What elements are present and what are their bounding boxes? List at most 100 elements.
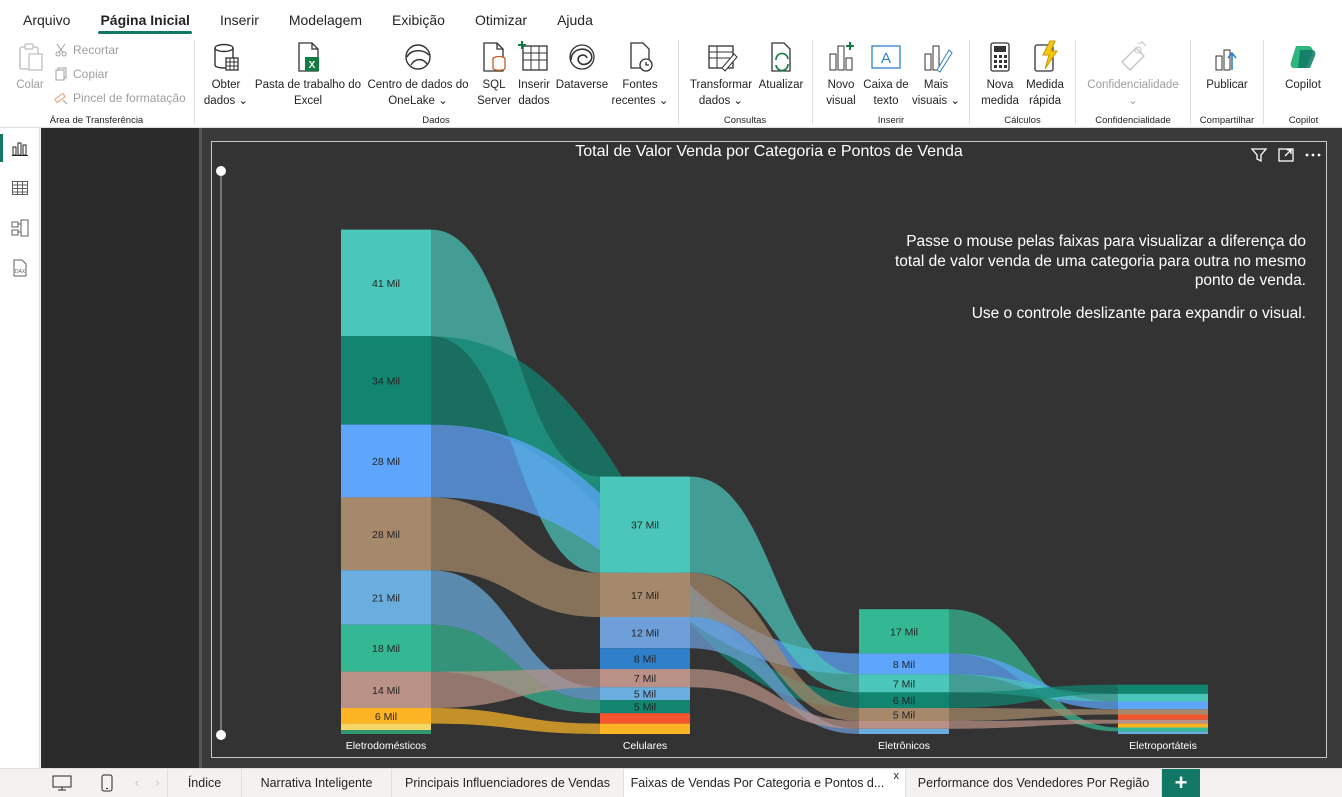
slider-handle-bottom[interactable]	[216, 730, 226, 740]
view-switcher: DAX	[0, 128, 40, 768]
bar-segment[interactable]	[1118, 714, 1208, 720]
scroll-right-button[interactable]: ›	[148, 769, 168, 797]
ribbon-band[interactable]	[949, 708, 1118, 721]
dax-query-view-button[interactable]: DAX	[0, 248, 40, 288]
tab-indice[interactable]: Índice	[168, 769, 242, 797]
cut-button[interactable]: Recortar	[54, 43, 119, 57]
excel-workbook-button[interactable]: X Pasta de trabalho do Excel	[252, 40, 364, 109]
cut-label: Recortar	[73, 43, 120, 57]
bar-segment[interactable]	[859, 728, 949, 734]
menu-ajuda[interactable]: Ajuda	[542, 12, 608, 36]
copilot-button[interactable]: Copilot	[1271, 40, 1335, 93]
chevron-right-icon: ›	[155, 776, 160, 790]
enter-data-label-2: dados	[518, 95, 550, 107]
dax-icon: DAX	[13, 259, 27, 277]
new-measure-label-1: Nova	[986, 79, 1014, 91]
data-label: 8 Mil	[893, 659, 915, 671]
bar-chart-icon	[829, 42, 854, 71]
format-painter-button[interactable]: Pincel de formatação	[54, 91, 186, 105]
column-stack: 37 Mil 17 Mil 12 Mil 8 Mil 7 Mil 5 Mil5 Mil	[600, 476, 690, 734]
data-label: 12 Mil	[631, 628, 659, 640]
desktop-layout-button[interactable]	[40, 769, 84, 797]
sensitivity-group: Confidencialidade ⌄ Confidencialidade	[1077, 36, 1189, 128]
get-data-label-1: Obter	[211, 79, 241, 91]
bar-segment[interactable]	[341, 723, 431, 731]
more-visuals-button[interactable]: Mais visuais ⌄	[912, 40, 960, 109]
scroll-left-button[interactable]: ‹	[128, 769, 146, 797]
data-label: 21 Mil	[372, 593, 400, 605]
mobile-layout-button[interactable]	[90, 769, 124, 797]
insert-group: Novo visual A Caixa de texto Mais visuai…	[814, 36, 968, 128]
transform-data-button[interactable]: Transformar dados ⌄	[686, 40, 756, 109]
excel-icon: X	[298, 42, 319, 72]
bar-segment[interactable]	[1118, 684, 1208, 694]
menu-arquivo[interactable]: Arquivo	[8, 12, 85, 36]
svg-text:X: X	[309, 60, 316, 71]
x-axis-label: Eletroportáteis	[1129, 740, 1197, 752]
report-view-button[interactable]	[0, 128, 40, 168]
calculations-group: Nova medida Medida rápida Cálculos	[971, 36, 1074, 128]
quick-measure-icon	[1034, 40, 1058, 72]
data-label: 41 Mil	[372, 278, 400, 290]
publish-button[interactable]: Publicar	[1198, 40, 1256, 93]
dataverse-button[interactable]: Dataverse	[554, 40, 610, 93]
table-view-button[interactable]	[0, 168, 40, 208]
sensitivity-group-label: Confidencialidade	[1095, 115, 1171, 126]
more-visuals-label-2: visuais ⌄	[912, 95, 960, 107]
recent-label-2: recentes ⌄	[611, 95, 669, 107]
bar-segment[interactable]	[600, 723, 690, 734]
paste-button[interactable]: Colar	[10, 40, 50, 93]
ribbon-chart-visual[interactable]: Total de Valor Venda por Categoria e Pon…	[211, 141, 1327, 758]
enter-data-button[interactable]: Inserir dados	[514, 40, 554, 109]
menu-modelagem[interactable]: Modelagem	[274, 12, 377, 36]
ribbon-band[interactable]	[431, 708, 600, 734]
data-label: 28 Mil	[372, 456, 400, 468]
bar-segment[interactable]	[1118, 693, 1208, 702]
bar-segment[interactable]	[859, 721, 949, 729]
get-data-button[interactable]: Obter dados ⌄	[202, 40, 250, 109]
ribbons	[431, 229, 1118, 734]
tab-faixas-de-vendas[interactable]: Faixas de Vendas Por Categoria e Pontos …	[624, 769, 906, 797]
close-tab-icon[interactable]: x	[894, 770, 900, 782]
refresh-button[interactable]: Atualizar	[756, 40, 806, 93]
menu-otimizar[interactable]: Otimizar	[460, 12, 542, 36]
model-view-icon	[11, 219, 29, 237]
add-page-button[interactable]: +	[1162, 769, 1200, 797]
bar-segment[interactable]	[1118, 731, 1208, 734]
bar-segment[interactable]	[1118, 727, 1208, 732]
x-axis-label: Eletrônicos	[878, 740, 930, 752]
new-visual-button[interactable]: Novo visual	[822, 40, 860, 109]
refresh-label: Atualizar	[758, 79, 804, 91]
report-view-icon	[12, 142, 28, 156]
tab-performance-vendedores[interactable]: Performance dos Vendedores Por Região	[906, 769, 1162, 797]
separator	[678, 40, 679, 124]
menu-exibicao[interactable]: Exibição	[377, 12, 460, 36]
bar-segment[interactable]	[1118, 719, 1208, 724]
sql-server-button[interactable]: SQL Server	[474, 40, 514, 109]
more-visuals-icon	[924, 45, 953, 73]
model-view-button[interactable]	[0, 208, 40, 248]
tab-narrativa-inteligente[interactable]: Narrativa Inteligente	[242, 769, 392, 797]
onelake-icon	[405, 44, 431, 70]
bar-segment[interactable]	[1118, 701, 1208, 710]
sensitivity-button[interactable]: Confidencialidade ⌄	[1083, 40, 1183, 109]
bar-segment[interactable]	[1118, 709, 1208, 715]
recent-sources-button[interactable]: Fontes recentes ⌄	[610, 40, 670, 109]
copy-button[interactable]: Copiar	[54, 67, 108, 81]
onelake-button[interactable]: Centro de dados do OneLake ⌄	[366, 40, 470, 109]
bar-segment[interactable]	[1118, 723, 1208, 728]
quick-measure-button[interactable]: Medida rápida	[1021, 40, 1069, 109]
bar-segment[interactable]	[600, 713, 690, 724]
copilot-group-label: Copilot	[1288, 115, 1319, 126]
menu-pagina-inicial[interactable]: Página Inicial	[85, 12, 204, 36]
bar-segment[interactable]	[341, 730, 431, 734]
separator	[812, 40, 813, 124]
tab-principais-influenciadores[interactable]: Principais Influenciadores de Vendas	[392, 769, 624, 797]
data-label: 18 Mil	[372, 643, 400, 655]
text-box-button[interactable]: A Caixa de texto	[860, 40, 912, 109]
new-measure-button[interactable]: Nova medida	[977, 40, 1023, 109]
data-label: 34 Mil	[372, 375, 400, 387]
transform-icon	[708, 45, 738, 72]
menu-inserir[interactable]: Inserir	[205, 12, 274, 36]
slider-handle-top[interactable]	[216, 166, 226, 176]
